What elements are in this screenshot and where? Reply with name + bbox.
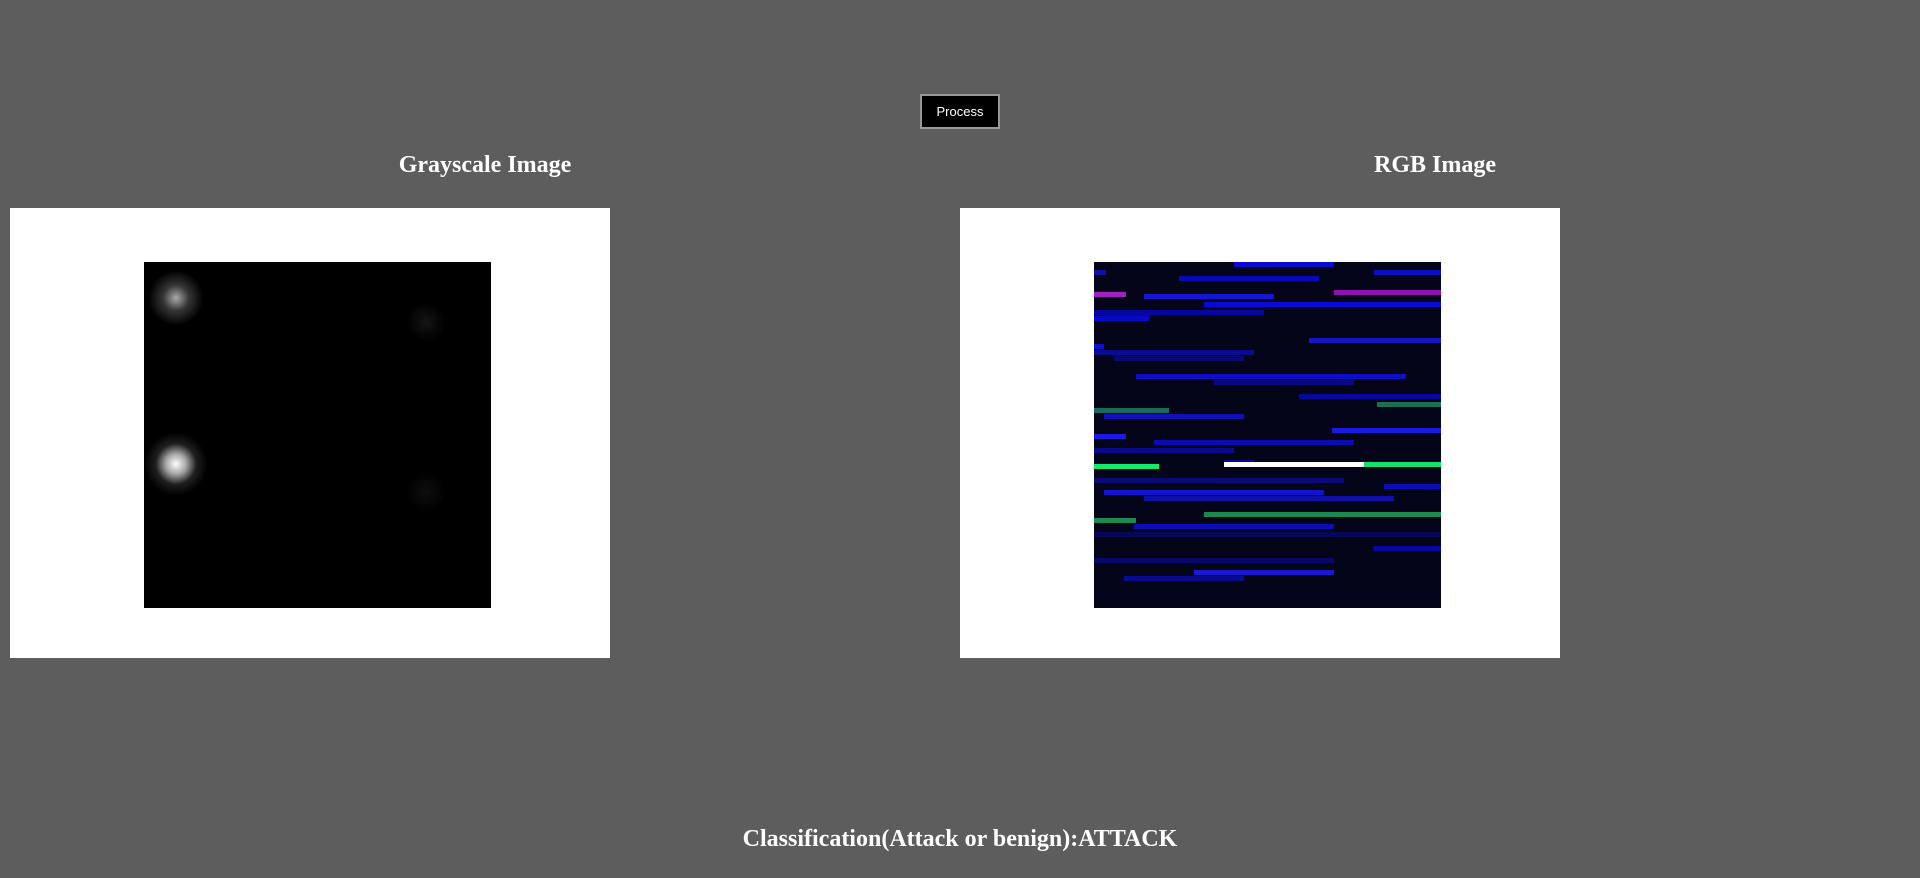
rgb-stripe (1194, 570, 1334, 575)
rgb-stripe (1094, 434, 1126, 439)
rgb-stripe (1094, 464, 1159, 469)
rgb-stripe (1134, 524, 1334, 529)
rgb-stripe (1384, 484, 1441, 489)
rgb-stripe (1332, 428, 1441, 433)
rgb-stripe (1154, 440, 1354, 445)
rgb-stripe (1094, 310, 1264, 315)
rgb-stripe (1144, 294, 1274, 299)
grayscale-hotspot (144, 432, 208, 496)
rgb-stripe (1309, 338, 1441, 343)
rgb-stripe (1094, 592, 1441, 597)
rgb-stripe (1094, 448, 1234, 453)
rgb-stripe (1204, 512, 1441, 517)
grayscale-hotspot (406, 302, 446, 342)
rgb-image-panel (960, 208, 1560, 658)
rgb-stripe (1094, 344, 1104, 349)
rgb-stripe (1094, 292, 1126, 297)
rgb-stripe (1094, 558, 1334, 563)
rgb-stripe (1214, 380, 1354, 385)
classification-label: Classification(Attack or benign): (742, 826, 1079, 852)
rgb-stripe (1094, 316, 1149, 321)
rgb-stripe (1114, 356, 1244, 361)
rgb-stripe (1094, 408, 1169, 413)
rgb-stripe (1104, 414, 1244, 419)
grayscale-hotspot (406, 472, 446, 512)
rgb-stripe (1094, 518, 1136, 523)
rgb-stripe (1094, 532, 1441, 537)
rgb-stripe (1094, 478, 1344, 483)
rgb-stripe (1094, 270, 1106, 275)
rgb-stripe (1104, 490, 1324, 495)
rgb-stripe (1234, 262, 1334, 267)
grayscale-image (144, 262, 491, 608)
classification-result: Classification(Attack or benign):ATTACK (0, 822, 1920, 856)
grayscale-image-title: Grayscale Image (398, 152, 572, 178)
process-button[interactable]: Process (920, 94, 1000, 129)
rgb-stripe (1299, 394, 1441, 399)
rgb-stripe (1094, 350, 1254, 355)
rgb-stripe (1136, 374, 1406, 379)
rgb-image-title: RGB Image (1374, 152, 1496, 178)
grayscale-image-panel (10, 208, 610, 658)
rgb-stripe (1204, 302, 1441, 307)
rgb-stripe (1377, 402, 1441, 407)
rgb-stripe (1374, 270, 1441, 275)
rgb-stripe (1224, 462, 1364, 467)
grayscale-hotspot (146, 268, 206, 328)
rgb-stripe (1124, 576, 1244, 581)
rgb-stripe (1179, 276, 1319, 281)
rgb-image (1094, 262, 1441, 608)
rgb-stripe (1374, 546, 1441, 551)
rgb-stripe (1364, 462, 1441, 467)
classification-value: ATTACK (1078, 826, 1178, 852)
rgb-stripe (1334, 290, 1441, 295)
rgb-stripe (1144, 496, 1394, 501)
